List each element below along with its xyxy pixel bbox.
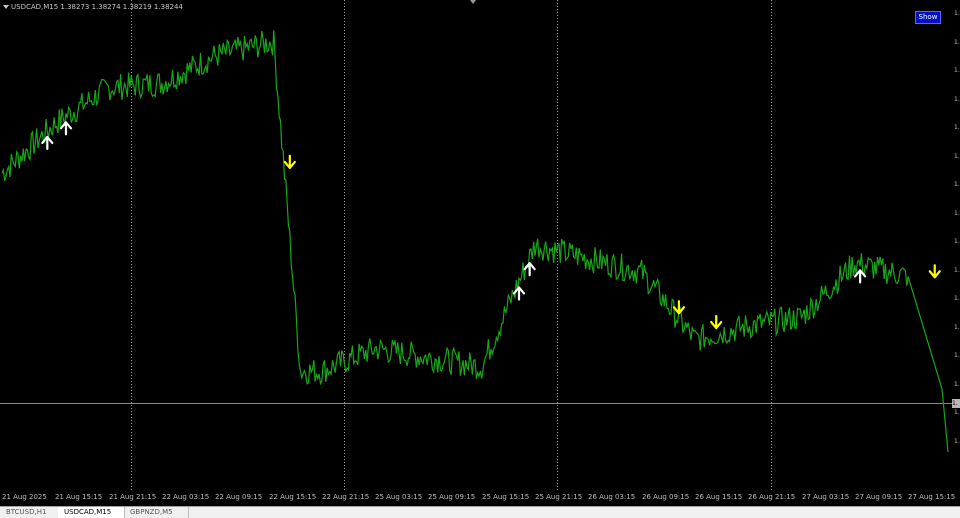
sell-signal-arrow-icon [672, 300, 686, 315]
chart-symbol-ohlc: USDCAD,M15 1.38273 1.38274 1.38219 1.382… [11, 3, 183, 11]
price-tick-label: 1. [954, 38, 960, 46]
price-tick-label: 1. [954, 238, 960, 245]
price-tick-label: 1. [954, 209, 960, 217]
time-tick-label: 21 Aug 15:15 [55, 493, 103, 501]
time-tick-label: 22 Aug 03:15 [162, 493, 210, 501]
time-tick-label: 25 Aug 03:15 [375, 493, 423, 501]
price-tick-label: 1. [954, 124, 960, 131]
price-tick-label: 1. [954, 152, 960, 160]
sell-signal-arrow-icon [710, 315, 723, 330]
time-tick-label: 21 Aug 2025 [2, 493, 47, 501]
time-tick-label: 25 Aug 21:15 [535, 493, 583, 501]
chart-shift-marker-icon[interactable] [470, 0, 476, 4]
time-tick-label: 26 Aug 03:15 [588, 493, 636, 501]
price-tick-label: 1. [954, 380, 960, 388]
price-tick-label: 1. [954, 181, 960, 188]
chart-tabs: BTCUSD,H1 USDCAD,M15 GBPNZD,M5 [0, 506, 960, 518]
price-tick-label: 1. [954, 409, 960, 416]
chart-canvas [0, 0, 952, 490]
time-tick-label: 22 Aug 09:15 [215, 493, 263, 501]
price-tick-label: 1. [954, 95, 960, 103]
buy-signal-arrow-icon [59, 121, 73, 136]
sell-signal-arrow-icon [928, 264, 941, 279]
show-button[interactable]: Show [915, 11, 941, 24]
chart-header: USDCAD,M15 1.38273 1.38274 1.38219 1.382… [3, 3, 183, 11]
time-tick-label: 27 Aug 15:15 [908, 493, 956, 501]
time-tick-label: 21 Aug 21:15 [109, 493, 157, 501]
price-tick-label: 1. [954, 437, 960, 445]
price-tick-label: 1. [954, 10, 960, 17]
price-tick-label: 1. [954, 266, 960, 274]
trading-terminal: USDCAD,M15 1.38273 1.38274 1.38219 1.382… [0, 0, 960, 518]
time-tick-label: 26 Aug 21:15 [748, 493, 796, 501]
dropdown-triangle-icon[interactable] [3, 5, 9, 9]
time-tick-label: 22 Aug 21:15 [322, 493, 370, 501]
time-tick-label: 27 Aug 03:15 [802, 493, 850, 501]
time-tick-label: 25 Aug 15:15 [482, 493, 530, 501]
price-tick-label: 1. [954, 323, 960, 331]
buy-signal-arrow-icon [523, 262, 536, 277]
buy-signal-arrow-icon [41, 135, 54, 151]
price-series-line [1, 30, 949, 453]
tab-gbpnzd-m5[interactable]: GBPNZD,M5 [124, 507, 189, 518]
price-chart[interactable]: USDCAD,M15 1.38273 1.38274 1.38219 1.382… [0, 0, 952, 490]
tab-btcusd-h1[interactable]: BTCUSD,H1 [0, 507, 63, 518]
price-tick-label: 1. [954, 295, 960, 302]
price-tick-label: 1. [954, 67, 960, 74]
time-tick-label: 22 Aug 15:15 [269, 493, 317, 501]
current-price-label: 1. [952, 399, 960, 408]
time-tick-label: 25 Aug 09:15 [428, 493, 476, 501]
time-tick-label: 27 Aug 09:15 [855, 493, 903, 501]
tab-usdcad-m15[interactable]: USDCAD,M15 [58, 507, 125, 518]
time-tick-label: 26 Aug 09:15 [642, 493, 690, 501]
price-tick-label: 1. [954, 352, 960, 359]
time-tick-label: 26 Aug 15:15 [695, 493, 743, 501]
sell-signal-arrow-icon [283, 154, 296, 169]
